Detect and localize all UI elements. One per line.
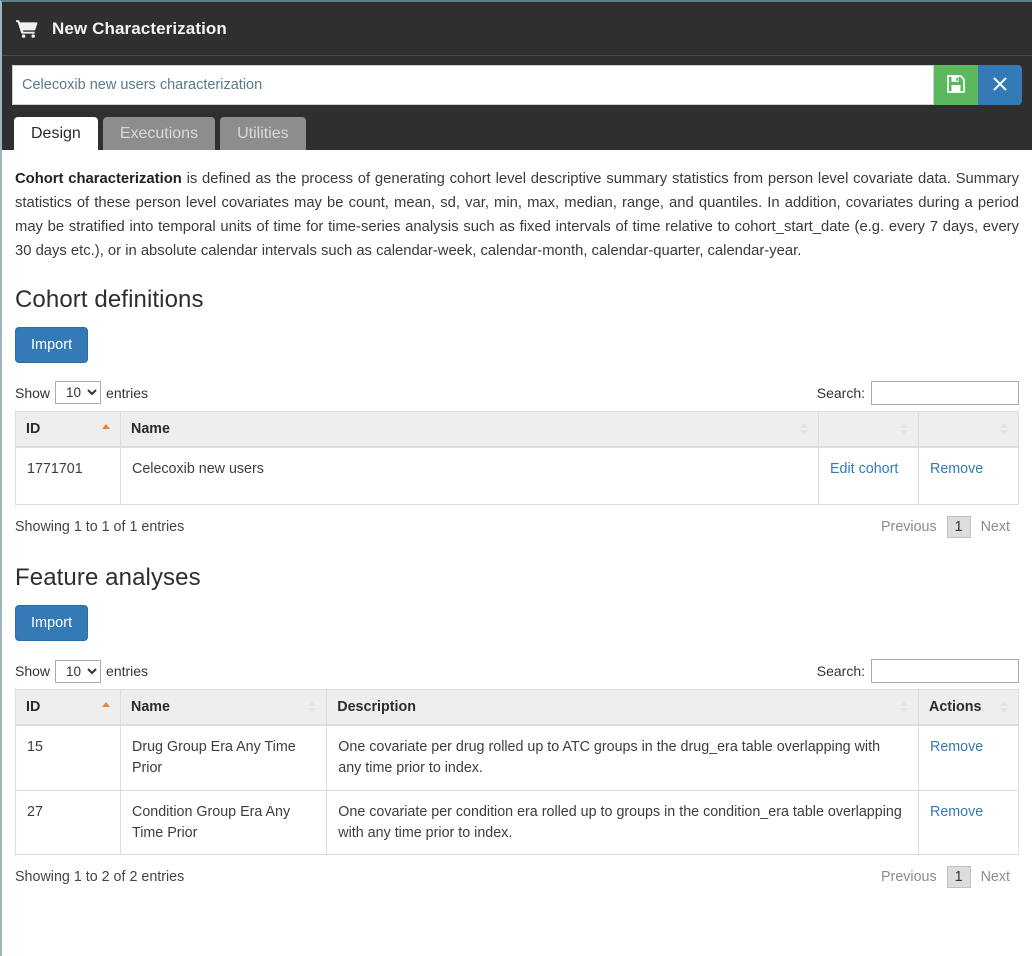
page-title: New Characterization	[52, 18, 227, 38]
cohort-cell-name: Celecoxib new users	[120, 446, 819, 506]
tab-executions[interactable]: Executions	[102, 117, 216, 150]
cohort-col-remove[interactable]	[918, 410, 1019, 448]
sort-both-icon	[1000, 422, 1008, 435]
feature-cell-id: 15	[15, 724, 121, 791]
cohort-pagination: Previous 1 Next	[872, 516, 1019, 539]
cohort-show-label: Show	[15, 384, 51, 401]
table-row: 15 Drug Group Era Any Time Prior One cov…	[15, 724, 1019, 791]
sort-ascending-icon	[102, 423, 110, 429]
cohort-cell-id: 1771701	[15, 446, 121, 506]
cohort-col-edit[interactable]	[818, 410, 919, 448]
cohort-search-input[interactable]	[871, 380, 1019, 405]
cohort-table-controls: Show 10 entries Search:	[15, 380, 1019, 405]
cohort-definitions-heading: Cohort definitions	[15, 285, 204, 313]
cohort-previous-button[interactable]: Previous	[872, 517, 946, 537]
feature-page-1-button[interactable]: 1	[946, 866, 971, 889]
tab-bar: Design Executions Utilities	[2, 114, 1032, 150]
feature-header-row: ID Name Description Actions	[15, 689, 1019, 727]
feature-table-footer: Showing 1 to 2 of 2 entries Previous 1 N…	[15, 855, 1019, 892]
feature-cell-name: Drug Group Era Any Time Prior	[119, 724, 328, 791]
floppy-disk-save-icon	[947, 74, 965, 96]
design-tab-panel: Cohort characterization is defined as th…	[2, 150, 1032, 892]
feature-previous-button[interactable]: Previous	[872, 867, 946, 887]
feature-table-body: 15 Drug Group Era Any Time Prior One cov…	[15, 724, 1019, 856]
sort-both-icon	[900, 701, 908, 714]
feature-table-info: Showing 1 to 2 of 2 entries	[15, 869, 185, 886]
feature-col-name[interactable]: Name	[119, 689, 328, 727]
feature-entries-label: entries	[106, 663, 149, 680]
close-button[interactable]	[978, 65, 1022, 105]
close-x-icon	[992, 76, 1008, 95]
table-row: 27 Condition Group Era Any Time Prior On…	[15, 789, 1019, 856]
cohort-col-id-label: ID	[26, 420, 41, 437]
cohort-entries-label: entries	[106, 384, 149, 401]
feature-col-actions-label: Actions	[929, 699, 982, 716]
feature-search-input[interactable]	[871, 659, 1019, 684]
cohort-cell-edit: Edit cohort	[818, 446, 919, 506]
cohort-import-button[interactable]: Import	[15, 326, 89, 363]
cohort-page-1-button[interactable]: 1	[946, 516, 971, 539]
edit-cohort-link[interactable]: Edit cohort	[830, 461, 898, 477]
sort-both-icon	[308, 701, 317, 714]
cohort-col-name[interactable]: Name	[120, 410, 819, 448]
feature-cell-actions: Remove	[918, 724, 1019, 791]
cohort-col-name-label: Name	[131, 420, 170, 437]
feature-table-head: ID Name Description Actions	[15, 689, 1019, 727]
feature-analyses-heading: Feature analyses	[15, 564, 201, 592]
feature-cell-name: Condition Group Era Any Time Prior	[119, 789, 328, 856]
characterization-name-input[interactable]	[12, 65, 934, 105]
feature-search-label: Search:	[816, 663, 865, 680]
sort-ascending-icon	[102, 702, 110, 708]
save-button[interactable]	[934, 65, 978, 105]
sort-both-icon	[1000, 701, 1008, 714]
feature-filter-control: Search:	[816, 659, 1019, 684]
cohort-table-footer: Showing 1 to 1 of 1 entries Previous 1 N…	[15, 505, 1019, 542]
feature-col-description-label: Description	[337, 699, 416, 716]
feature-col-description[interactable]: Description	[326, 689, 919, 727]
feature-cell-id: 27	[15, 789, 121, 856]
feature-length-control: Show 10 entries	[15, 659, 149, 683]
page-root: New Characterization Design	[2, 2, 1032, 954]
table-row: 1771701 Celecoxib new users Edit cohort …	[15, 446, 1019, 506]
cohort-header-row: ID Name	[15, 410, 1019, 448]
cohort-table-info: Showing 1 to 1 of 1 entries	[15, 519, 185, 536]
feature-page-size-select[interactable]: 10	[55, 659, 102, 683]
sort-both-icon	[900, 422, 908, 435]
remove-cohort-link[interactable]: Remove	[930, 461, 983, 477]
cohort-search-label: Search:	[816, 384, 865, 401]
characterization-name-row	[2, 56, 1032, 114]
tab-utilities[interactable]: Utilities	[220, 117, 306, 150]
feature-cell-description: One covariate per condition era rolled u…	[326, 789, 919, 856]
remove-feature-link[interactable]: Remove	[930, 739, 983, 755]
cohort-col-id[interactable]: ID	[15, 410, 121, 448]
feature-col-name-label: Name	[131, 699, 170, 716]
cohort-table-head: ID Name	[15, 410, 1019, 448]
cohort-length-control: Show 10 entries	[15, 381, 149, 405]
cohort-definitions-table: ID Name 1771701 Celecoxib new users Edit…	[15, 410, 1019, 506]
feature-cell-actions: Remove	[918, 789, 1019, 856]
feature-show-label: Show	[15, 663, 51, 680]
feature-cell-description: One covariate per drug rolled up to ATC …	[326, 724, 919, 791]
shopping-cart-icon	[16, 19, 38, 39]
cohort-table-body: 1771701 Celecoxib new users Edit cohort …	[15, 446, 1019, 506]
cohort-cell-remove: Remove	[918, 446, 1019, 506]
remove-feature-link[interactable]: Remove	[930, 804, 983, 820]
feature-col-actions[interactable]: Actions	[918, 689, 1019, 727]
intro-lead: Cohort characterization	[15, 171, 182, 187]
feature-table-controls: Show 10 entries Search:	[15, 659, 1019, 684]
feature-import-button[interactable]: Import	[15, 605, 89, 642]
app-titlebar: New Characterization	[2, 2, 1032, 56]
intro-paragraph: Cohort characterization is defined as th…	[15, 168, 1019, 264]
sort-both-icon	[800, 422, 808, 435]
feature-col-id-label: ID	[26, 699, 41, 716]
feature-analyses-table: ID Name Description Actions 15 Drug Grou…	[15, 689, 1019, 856]
cohort-next-button[interactable]: Next	[972, 517, 1019, 537]
cohort-filter-control: Search:	[816, 380, 1019, 405]
cohort-page-size-select[interactable]: 10	[55, 381, 102, 405]
feature-pagination: Previous 1 Next	[872, 866, 1019, 889]
feature-col-id[interactable]: ID	[15, 689, 121, 727]
tab-design[interactable]: Design	[14, 117, 98, 150]
feature-next-button[interactable]: Next	[972, 867, 1019, 887]
